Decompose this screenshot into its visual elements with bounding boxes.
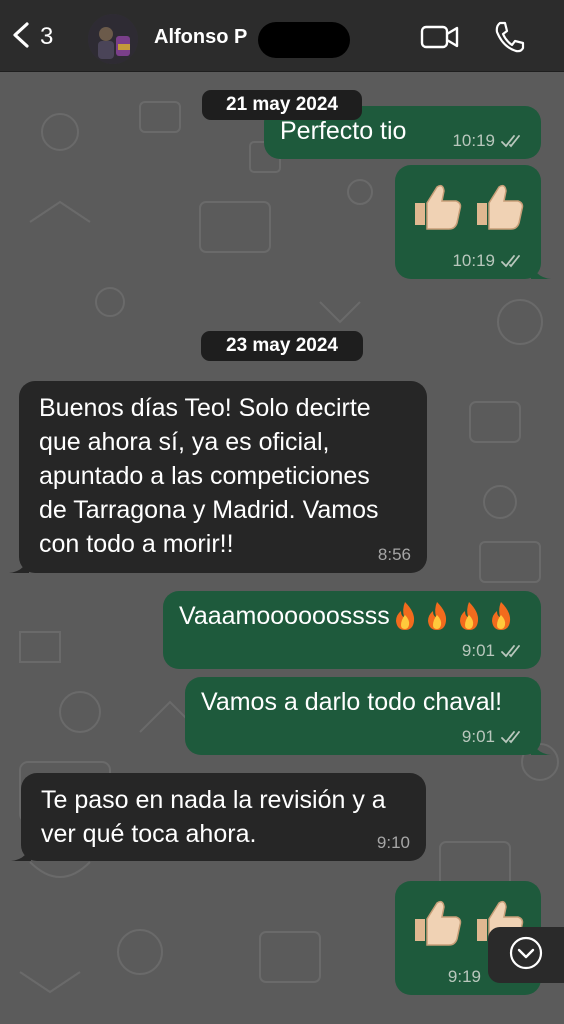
phone-icon: [493, 21, 525, 58]
message-time: 9:01: [461, 641, 495, 660]
message-text: Buenos días Teo! Solo decirte que ahora …: [39, 394, 379, 558]
message-bubble-incoming[interactable]: Buenos días Teo! Solo decirte que ahora …: [9, 381, 427, 573]
message-meta: 9:01: [462, 641, 525, 661]
emoji-row: [409, 175, 527, 231]
bubble-tail: [531, 735, 551, 755]
date-separator: 23 may 2024: [201, 331, 363, 361]
message-time: 8:56: [377, 545, 411, 564]
message-time: 9:10: [376, 833, 410, 852]
message-bubble-outgoing[interactable]: Vamos a darlo todo chaval! 9:01: [185, 677, 551, 755]
message-time: 10:19: [452, 251, 495, 270]
double-check-icon: [501, 135, 520, 148]
message-text: Vaaamoooooossss: [179, 602, 390, 630]
bubble-tail: [9, 553, 29, 573]
date-separator: 21 may 2024: [202, 90, 362, 120]
voice-call-button[interactable]: [493, 20, 525, 54]
emoji-row: [392, 601, 514, 631]
bubble-tail: [531, 259, 551, 279]
message-bubble-outgoing[interactable]: Vaaamoooooossss 9:01: [163, 591, 541, 669]
contact-name[interactable]: Alfonso P: [154, 26, 247, 49]
video-call-button[interactable]: [420, 22, 460, 52]
thumbs-up-icon: [477, 184, 524, 230]
bubble-tail: [11, 841, 31, 861]
name-redaction: [258, 22, 350, 58]
double-check-icon: [501, 645, 520, 658]
message-meta: 9:19: [448, 967, 481, 987]
avatar[interactable]: [88, 14, 138, 64]
message-meta: 9:10: [377, 833, 410, 853]
fire-icon: [427, 602, 446, 630]
scroll-to-bottom-button[interactable]: [488, 927, 564, 983]
message-meta: 9:01: [462, 727, 525, 747]
thumbs-up-icon: [415, 184, 462, 230]
message-bubble-outgoing[interactable]: 10:19: [395, 165, 551, 279]
message-bubble-incoming[interactable]: Te paso en nada la revisión y a ver qué …: [11, 773, 426, 861]
fire-icon: [491, 602, 510, 630]
message-meta: 10:19: [452, 251, 525, 271]
message-time: 10:19: [452, 131, 495, 150]
message-content: Vaaamoooooossss: [179, 599, 514, 633]
double-check-icon: [501, 731, 520, 744]
chat-header: 3 Alfonso P: [0, 0, 564, 72]
back-button[interactable]: 3: [10, 21, 54, 54]
double-check-icon: [501, 255, 520, 268]
message-time: 9:19: [447, 967, 481, 986]
video-camera-icon: [420, 25, 460, 56]
fire-icon: [395, 602, 414, 630]
thumbs-up-icon: [415, 900, 462, 946]
chevron-down-circle-icon: [509, 936, 543, 975]
unread-count: 3: [40, 23, 54, 50]
chevron-left-icon: [10, 21, 32, 54]
message-time: 9:01: [461, 727, 495, 746]
message-meta: 8:56: [378, 545, 411, 565]
message-text: Vamos a darlo todo chaval!: [201, 688, 503, 716]
message-text: Te paso en nada la revisión y a ver qué …: [41, 786, 386, 848]
message-meta: 10:19: [452, 131, 525, 151]
fire-icon: [459, 602, 478, 630]
